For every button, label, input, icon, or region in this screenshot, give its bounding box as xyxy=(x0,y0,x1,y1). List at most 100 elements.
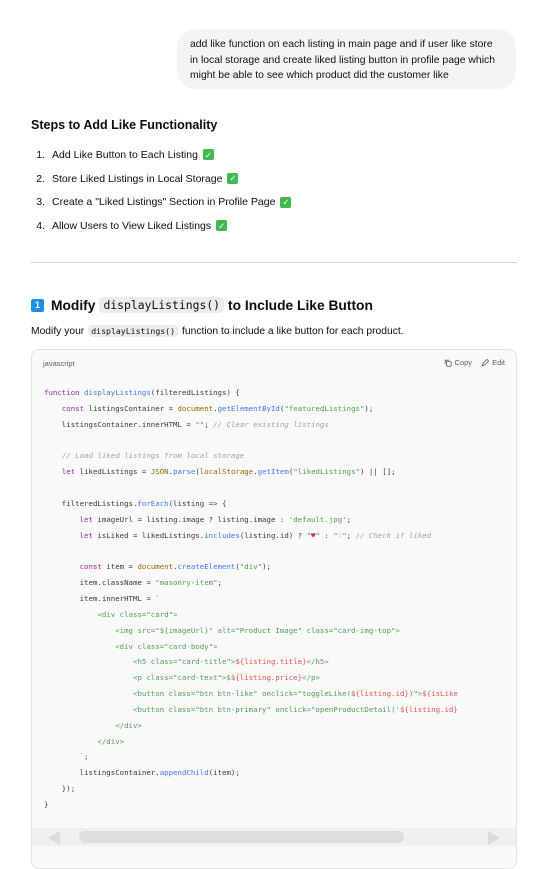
code-token: item = xyxy=(106,562,138,572)
code-token: const xyxy=(61,403,89,413)
code-token: </h5> xyxy=(306,657,329,667)
code-line: <h5 class="card-title">${listing.title}<… xyxy=(44,654,516,670)
code-token: }); xyxy=(44,784,76,794)
code-token: imageUrl = listing.image ? listing.image… xyxy=(97,514,289,524)
intro-inline-code: displayListings() xyxy=(88,325,179,337)
step-item: 3. Create a "Liked Listings" Section in P… xyxy=(31,190,292,214)
code-token: <button class="btn btn-primary" onclick=… xyxy=(44,704,400,714)
code-token: ` xyxy=(44,752,85,762)
code-token: getElementById xyxy=(217,403,280,413)
code-token: // Check if liked xyxy=(355,530,432,540)
section-divider xyxy=(31,262,517,263)
user-message-line: add like function on each listing in mai… xyxy=(190,39,493,50)
code-token: </div> xyxy=(44,720,142,730)
code-token: ; xyxy=(217,578,222,588)
code-line: let imageUrl = listing.image ? listing.i… xyxy=(44,512,516,528)
code-line: `; xyxy=(44,749,516,765)
step-number: 2. xyxy=(36,172,45,185)
code-token: (filteredListings) { xyxy=(150,388,240,397)
code-token: ) || []; xyxy=(360,467,396,477)
code-line: <div class="card"> xyxy=(44,607,516,623)
code-token: createElement xyxy=(177,562,236,572)
steps-heading: Steps to Add Like Functionality xyxy=(31,118,218,132)
code-line: let likedListings = JSON.parse(localStor… xyxy=(44,464,516,480)
code-token: function xyxy=(44,388,85,397)
scroll-right-arrow-icon[interactable] xyxy=(488,831,500,845)
code-token: "featuredListings" xyxy=(284,403,365,413)
horizontal-scrollbar[interactable] xyxy=(32,828,516,846)
code-token: listingsContainer.innerHTML = xyxy=(44,419,196,429)
code-language-label: javascript xyxy=(43,359,75,368)
code-line: <button class="btn btn-like" onclick="to… xyxy=(44,686,516,702)
code-token: (listing => { xyxy=(168,498,227,508)
step-text: Add Like Button to Each Listing xyxy=(52,148,198,161)
code-line: </div> xyxy=(44,718,516,734)
code-token: localStorage xyxy=(199,467,254,477)
step-text: Allow Users to View Liked Listings xyxy=(52,219,212,232)
code-token: ; xyxy=(84,752,89,762)
code-token: displayListings xyxy=(84,388,151,397)
code-token: ` xyxy=(155,593,160,603)
copy-button[interactable]: Copy xyxy=(444,358,472,367)
code-token: // Clear existing listings xyxy=(213,419,329,429)
code-token: ${listing.id} xyxy=(351,689,409,699)
scrollbar-thumb[interactable] xyxy=(79,831,404,843)
code-line: } xyxy=(44,797,516,813)
code-token: "♡" xyxy=(333,530,347,540)
code-token: ; xyxy=(346,514,352,524)
heading-text-after: to Include Like Button xyxy=(228,297,373,313)
section-heading: 1 Modify displayListings() to Include Li… xyxy=(31,297,373,313)
steps-list: 1. Add Like Button to Each Listing ✓ 2. Sto… xyxy=(31,143,292,238)
code-token: ${listing.id} xyxy=(399,704,458,714)
copy-icon xyxy=(444,359,452,367)
code-token: getItem xyxy=(257,467,289,477)
code-token: const xyxy=(79,562,107,572)
code-token: likedListings = xyxy=(79,467,151,477)
code-token: 'default.jpg' xyxy=(288,514,347,524)
check-icon: ✓ xyxy=(227,173,239,185)
code-token: )"> xyxy=(408,689,423,699)
code-token: let xyxy=(79,514,98,524)
code-token: listingsContainer = xyxy=(88,403,178,413)
code-token: <button class="btn btn-like" onclick="to… xyxy=(44,689,352,699)
code-content: function displayListings(filteredListing… xyxy=(44,385,516,813)
code-actions: Copy Edit xyxy=(444,358,505,367)
code-token: ${isLike xyxy=(422,689,458,699)
code-token: "" xyxy=(195,419,205,429)
code-token: JSON xyxy=(150,467,169,477)
code-line: let isLiked = likedListings.includes(lis… xyxy=(44,528,516,544)
step-item: 4. Allow Users to View Liked Listings ✓ xyxy=(31,214,291,238)
code-block: javascript Copy Edit function displayLis… xyxy=(31,349,517,869)
code-token: (listing.id) ? xyxy=(239,530,307,540)
edit-button[interactable]: Edit xyxy=(481,358,505,367)
step-text: Create a "Liked Listings" Section in Pro… xyxy=(52,196,276,209)
code-header: javascript Copy Edit xyxy=(32,350,516,376)
scroll-left-arrow-icon[interactable] xyxy=(48,831,60,845)
check-icon: ✓ xyxy=(216,220,228,232)
code-token: <p class="card-text">$ xyxy=(44,673,231,683)
code-token: // Load liked listings from local storag… xyxy=(61,451,245,461)
code-token: document xyxy=(177,403,214,413)
code-line: item.innerHTML = ` xyxy=(44,591,516,607)
check-icon: ✓ xyxy=(280,196,292,208)
edit-label: Edit xyxy=(492,358,505,367)
code-token: "div" xyxy=(239,562,263,572)
code-token: (item); xyxy=(208,768,240,778)
code-token: appendChild xyxy=(159,768,209,778)
code-line: <button class="btn btn-primary" onclick=… xyxy=(44,702,516,718)
code-token: item.className = xyxy=(44,578,156,588)
code-line: const listingsContainer = document.getEl… xyxy=(44,401,516,417)
code-line: }); xyxy=(44,781,516,797)
code-line: </div> xyxy=(44,734,516,750)
code-token: } xyxy=(44,799,49,809)
code-token: ); xyxy=(364,403,374,413)
intro-text-before: Modify your xyxy=(31,325,85,337)
code-line: <div class="card-body"> xyxy=(44,639,516,655)
step-item: 2. Store Liked Listings in Local Storage ✓ xyxy=(31,167,291,191)
